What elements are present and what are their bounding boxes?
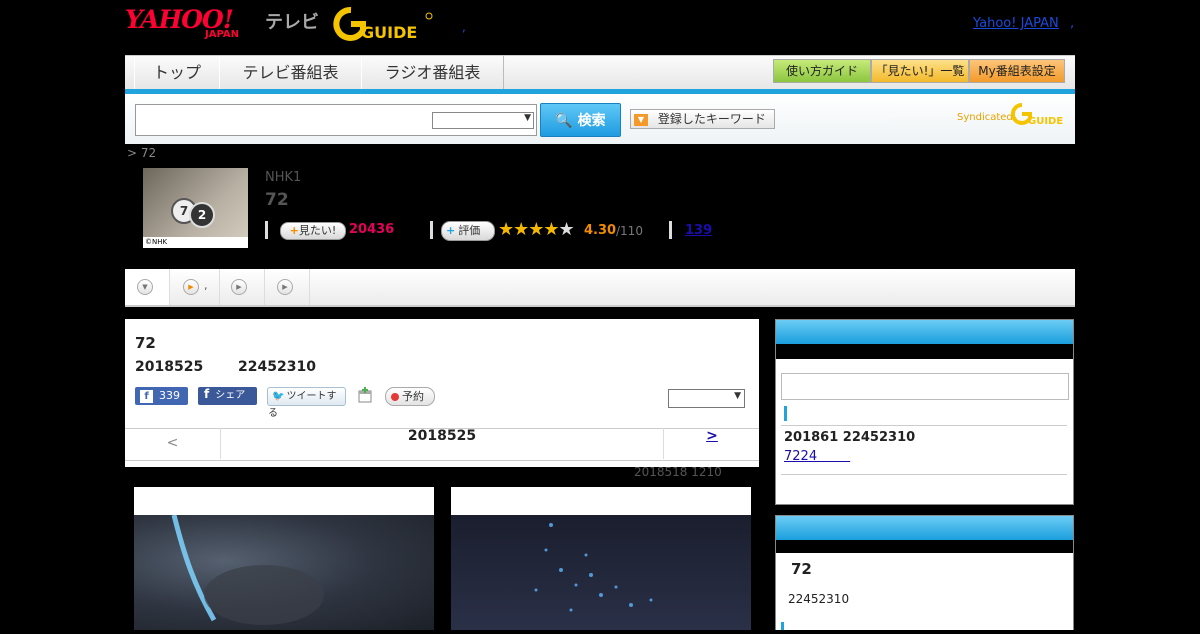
update-timestamp: 2018518 1210 bbox=[634, 465, 722, 479]
rating-count: /110 bbox=[616, 224, 643, 238]
twitter-bird-icon: 🐦 bbox=[272, 391, 285, 402]
tab-top[interactable]: トップ bbox=[134, 56, 220, 90]
search-icon: 🔍 bbox=[555, 113, 573, 129]
play-icon: ▶ bbox=[277, 279, 293, 295]
tab-4[interactable]: ▶ bbox=[265, 269, 310, 305]
sidebar-box-1-subheader bbox=[776, 344, 1073, 359]
tab-2[interactable]: ▶ , bbox=[170, 269, 220, 305]
sidebar-box-2-header bbox=[776, 516, 1073, 540]
section-marker bbox=[781, 622, 784, 630]
pager-current-date: 2018525 bbox=[407, 428, 477, 444]
tab-dropdown[interactable]: ▼ bbox=[125, 269, 170, 305]
next-broadcast-link[interactable]: 7224 bbox=[784, 449, 850, 464]
divider bbox=[781, 425, 1067, 426]
air-time: 22452310 bbox=[238, 359, 316, 375]
syndicated-label: Syndicated bbox=[957, 112, 1013, 123]
divider bbox=[430, 221, 433, 239]
program-image-2-photo bbox=[451, 515, 751, 630]
stars-empty: ★ bbox=[558, 219, 575, 240]
program-image-1-photo bbox=[134, 514, 434, 630]
guide-button[interactable]: 使い方ガイド bbox=[773, 59, 871, 83]
saved-keywords-label: 登録したキーワード bbox=[657, 112, 766, 126]
record-label: 予約 bbox=[402, 390, 424, 403]
channel-name: NHK1 bbox=[265, 170, 302, 185]
gguide-logo[interactable]: GUIDE bbox=[333, 6, 433, 42]
plus-icon: + bbox=[289, 224, 299, 237]
program-title: 72 bbox=[265, 190, 289, 210]
tab-3[interactable]: ▶ bbox=[220, 269, 265, 305]
tab-radio-schedule[interactable]: ラジオ番組表 bbox=[361, 56, 504, 90]
program-image-2[interactable] bbox=[451, 487, 751, 630]
yahoo-logo-sub: JAPAN bbox=[205, 29, 239, 40]
mitai-button-label: 見たい! bbox=[298, 224, 337, 237]
next-broadcast-date: 201861 22452310 bbox=[784, 430, 916, 445]
header-separator-right: , bbox=[1070, 16, 1075, 31]
program-thumbnail: 7 2 ©NHK bbox=[143, 168, 248, 248]
search-button-label: 検索 bbox=[577, 113, 606, 129]
main-program-title: 72 bbox=[135, 334, 156, 352]
sidebar-program-time: 22452310 bbox=[788, 592, 850, 606]
rating-stars: ★★★★★ bbox=[498, 219, 575, 240]
rate-button[interactable]: + 評価 bbox=[441, 221, 495, 241]
gguide-logo-text: GUIDE bbox=[361, 23, 417, 42]
syndicated-logo-text: GUIDE bbox=[1028, 116, 1063, 126]
record-reservation-button[interactable]: 予約 bbox=[385, 387, 435, 406]
mitai-button[interactable]: +見たい! bbox=[280, 222, 346, 240]
section-marker bbox=[784, 406, 787, 421]
syndicated-gguide-logo: GUIDE bbox=[1010, 102, 1068, 127]
facebook-like-count: 339 bbox=[159, 389, 180, 402]
thumbnail-credit: ©NHK bbox=[143, 237, 248, 248]
play-icon: ▶ bbox=[231, 279, 247, 295]
sidebar-program-title: 72 bbox=[791, 560, 812, 578]
chevron-down-icon: ▼ bbox=[734, 391, 741, 401]
search-category-select[interactable]: ▼ bbox=[432, 112, 534, 129]
header-separator: , bbox=[462, 20, 466, 34]
sidebar-box-1-header bbox=[776, 320, 1073, 344]
tweet-button[interactable]: 🐦 ツイートする bbox=[267, 387, 346, 419]
chevron-down-icon: ▼ bbox=[524, 113, 531, 123]
rate-button-label: 評価 bbox=[458, 224, 481, 237]
content-tab-strip: ▼ ▶ , ▶ ▶ bbox=[125, 269, 1075, 307]
breadcrumb[interactable]: > 72 bbox=[127, 146, 156, 160]
my-schedule-settings-button[interactable]: My番組表設定 bbox=[969, 59, 1065, 83]
tab-tv-schedule[interactable]: テレビ番組表 bbox=[219, 56, 362, 90]
rating-value: 4.30 bbox=[584, 223, 617, 238]
pager-prev-button[interactable]: < bbox=[125, 428, 221, 459]
facebook-like-button[interactable]: f 339 bbox=[135, 387, 188, 405]
add-to-calendar-icon[interactable] bbox=[356, 386, 374, 404]
saved-keywords-button[interactable]: ▼ 登録したキーワード bbox=[630, 109, 775, 129]
facebook-icon: f bbox=[140, 389, 153, 403]
review-count-link[interactable]: 139 bbox=[685, 223, 712, 238]
divider bbox=[265, 221, 268, 239]
program-image-1[interactable] bbox=[134, 487, 434, 630]
stars-filled: ★★★★ bbox=[498, 219, 560, 240]
pager-next-button[interactable]: > bbox=[663, 428, 760, 459]
thumb-digit-2: 2 bbox=[189, 202, 215, 228]
divider bbox=[781, 474, 1067, 475]
mitai-list-button[interactable]: 「見たい!」一覧 bbox=[871, 59, 969, 83]
facebook-share-button[interactable]: f シェア bbox=[198, 387, 257, 405]
tv-label: テレビ bbox=[265, 12, 319, 33]
chevron-down-icon: ▼ bbox=[137, 279, 153, 295]
divider bbox=[669, 221, 672, 239]
yahoo-japan-link[interactable]: Yahoo! JAPAN bbox=[973, 16, 1059, 31]
air-date: 2018525 bbox=[135, 359, 204, 375]
mitai-count: 20436 bbox=[349, 222, 395, 237]
search-button[interactable]: 🔍 検索 bbox=[540, 103, 621, 137]
record-icon bbox=[391, 393, 399, 401]
sidebar-search-input[interactable] bbox=[781, 373, 1069, 400]
dropdown-arrow-icon: ▼ bbox=[634, 113, 648, 126]
broadcast-select[interactable]: ▼ bbox=[668, 389, 745, 408]
main-nav: トップ テレビ番組表 ラジオ番組表 使い方ガイド 「見たい!」一覧 My番組表設… bbox=[125, 55, 1075, 90]
facebook-share-label: シェア bbox=[215, 390, 246, 401]
yahoo-japan-logo[interactable]: YAHOO! JAPAN bbox=[125, 5, 261, 41]
plus-icon: + bbox=[446, 224, 456, 237]
tab-2-label: , bbox=[204, 279, 208, 292]
facebook-icon: f bbox=[204, 387, 210, 401]
play-icon: ▶ bbox=[183, 279, 199, 295]
sidebar-box-2-subheader bbox=[776, 540, 1073, 553]
